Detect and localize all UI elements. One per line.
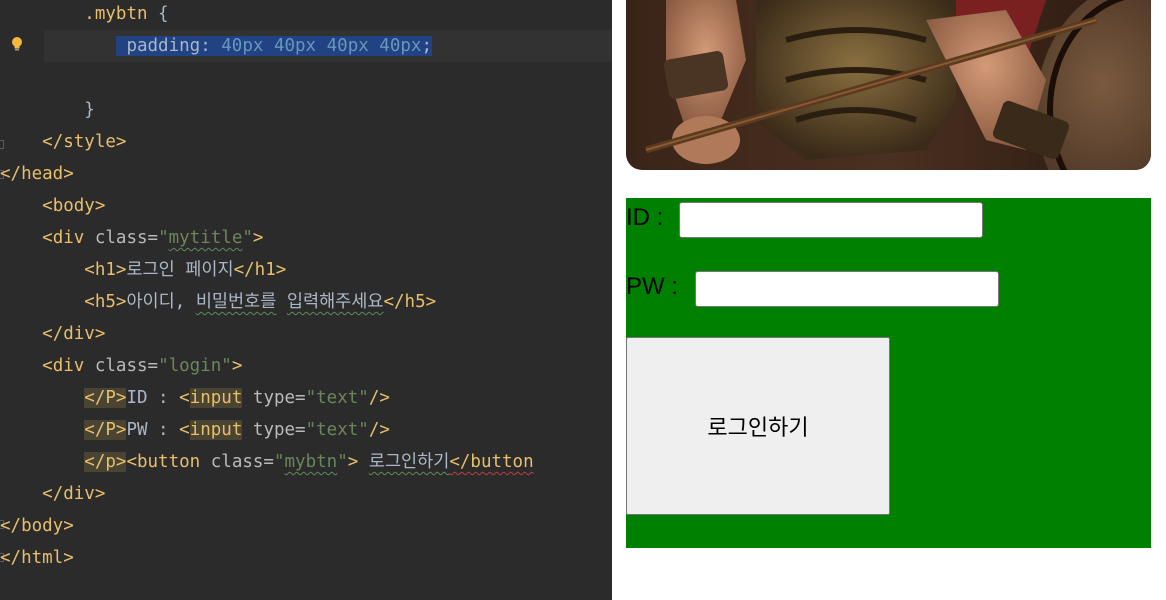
code-token: /> <box>368 388 390 408</box>
login-button[interactable]: 로그인하기 <box>626 337 890 515</box>
code-line[interactable]: padding: 40px 40px 40px 40px; <box>0 30 432 62</box>
code-line[interactable]: </head> <box>0 158 74 190</box>
code-token: type= <box>242 420 306 440</box>
code-token: " <box>337 452 348 472</box>
code-token: /> <box>368 420 390 440</box>
code-token: " <box>158 228 169 248</box>
code-line[interactable]: <div class="mytitle"> <box>0 222 263 254</box>
code-token: > <box>347 452 359 472</box>
code-token: .mybtn <box>84 4 148 24</box>
code-token: 로그인하기 <box>368 452 450 472</box>
code-line[interactable]: .mybtn { <box>0 0 169 30</box>
code-token: > <box>231 356 243 376</box>
code-token: 입력해주세요 <box>286 292 384 312</box>
code-token: 비밀번호를 <box>195 292 277 312</box>
code-line[interactable]: </p><button class="mybtn"> 로그인하기</button <box>0 446 534 478</box>
code-token: <h1> <box>84 260 127 280</box>
code-token: > <box>252 228 264 248</box>
code-token: </style> <box>42 132 127 152</box>
code-token: "text" <box>305 388 369 408</box>
code-line[interactable]: <body> <box>0 190 105 222</box>
code-token: </h1> <box>233 260 287 280</box>
code-token: < <box>179 388 190 408</box>
code-token: <button <box>126 452 211 472</box>
code-token: 40px 40px 40px 40px <box>221 36 422 56</box>
code-token: class= <box>94 228 159 248</box>
code-token: "text" <box>305 420 369 440</box>
code-token: </html> <box>0 548 74 568</box>
code-token: </button <box>449 452 534 472</box>
code-line[interactable]: <div class="login"> <box>0 350 242 382</box>
code-token: input <box>189 388 243 408</box>
code-token: "login" <box>158 356 232 376</box>
code-token: </p> <box>84 452 127 472</box>
code-token: input <box>189 420 243 440</box>
code-token: </head> <box>0 164 74 184</box>
code-line[interactable]: </style> <box>0 126 126 158</box>
code-token: <body> <box>42 196 106 216</box>
pw-input[interactable] <box>695 271 999 307</box>
code-line[interactable]: <h5>아이디, 비밀번호를 입력해주세요</h5> <box>0 286 436 318</box>
code-token: } <box>84 100 95 120</box>
code-line[interactable]: </html> <box>0 542 74 574</box>
code-token: 로그인 페이지 <box>126 260 234 280</box>
login-form: ID : PW : 로그인하기 <box>626 198 1151 548</box>
code-editor[interactable]: .mybtn { padding: 40px 40px 40px 40px; }… <box>0 0 612 600</box>
code-line[interactable]: <h1>로그인 페이지</h1> <box>0 254 286 286</box>
code-token: { <box>147 4 169 24</box>
code-line[interactable]: </body> <box>0 510 74 542</box>
code-token: type= <box>242 388 306 408</box>
code-token: </P> <box>84 388 127 408</box>
code-token: < <box>179 420 190 440</box>
code-token: class= <box>94 356 159 376</box>
code-line[interactable]: </div> <box>0 318 105 350</box>
code-token: mybtn <box>284 452 338 472</box>
code-token: </body> <box>0 516 74 536</box>
code-token: mytitle <box>168 228 243 248</box>
code-line[interactable]: } <box>0 94 95 126</box>
code-token: " <box>273 452 285 472</box>
code-token: PW : <box>126 420 180 440</box>
code-token: <h5> <box>84 292 127 312</box>
code-token: </h5> <box>383 292 437 312</box>
code-token: ; <box>421 36 432 56</box>
code-token: 아이디, <box>126 292 196 312</box>
code-token: </div> <box>42 324 106 344</box>
code-line[interactable]: </P>PW : <input type="text"/> <box>0 414 390 446</box>
code-token: </P> <box>84 420 127 440</box>
code-token: ID : <box>126 388 180 408</box>
id-input[interactable] <box>679 202 983 238</box>
code-token: padding: <box>115 36 222 56</box>
code-token: " <box>242 228 253 248</box>
id-label: ID : <box>626 204 664 231</box>
code-token: <div <box>42 228 95 248</box>
code-line[interactable]: </P>ID : <input type="text"/> <box>0 382 390 414</box>
code-token: </div> <box>42 484 106 504</box>
hero-image <box>626 0 1151 170</box>
pw-label: PW : <box>626 273 678 300</box>
code-token: <div <box>42 356 95 376</box>
code-line[interactable]: </div> <box>0 478 105 510</box>
code-token: class= <box>210 452 274 472</box>
browser-preview: ID : PW : 로그인하기 <box>612 0 1166 600</box>
